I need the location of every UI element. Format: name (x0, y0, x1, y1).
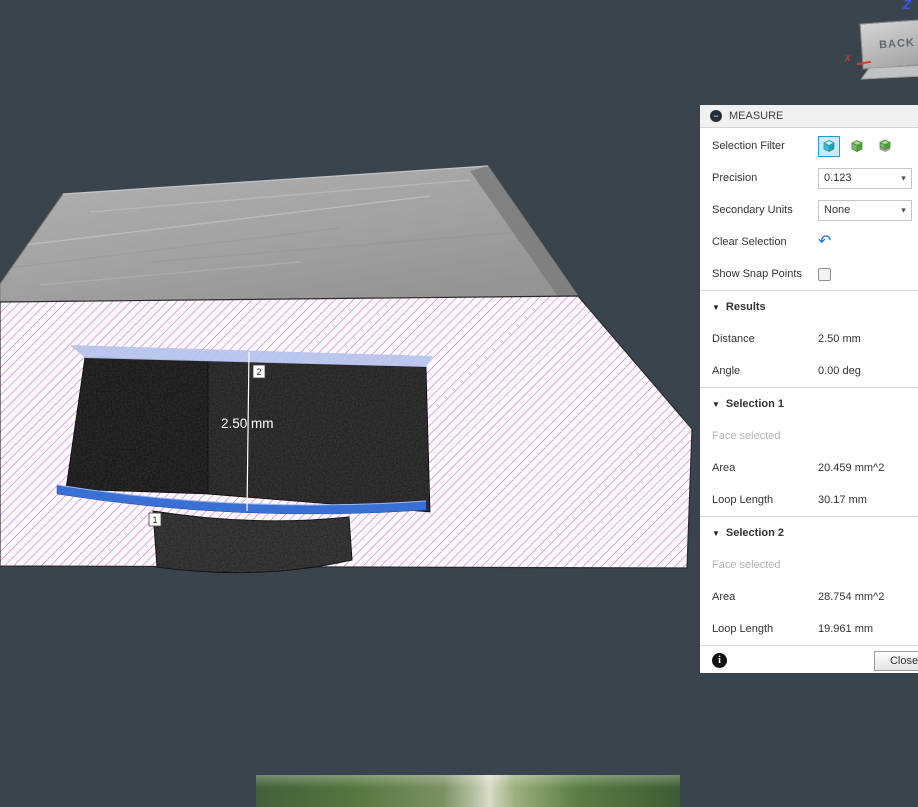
angle-label: Angle (712, 365, 818, 377)
panel-header: − MEASURE (700, 105, 918, 128)
secondary-units-dropdown[interactable]: None ▾ (818, 200, 912, 221)
bottom-image-strip (256, 775, 680, 807)
angle-value: 0.00 deg (818, 365, 861, 377)
panel-footer: i Close (700, 645, 918, 675)
triangle-down-icon: ▼ (712, 303, 720, 312)
measure-panel: − MEASURE Selection Filter (700, 105, 918, 673)
clear-selection-label: Clear Selection (712, 236, 818, 248)
selection-2-area-row: Area 28.754 mm^2 (700, 581, 918, 613)
selection-2-section: ▼ Selection 2 Face selected Area 28.754 … (700, 516, 918, 645)
precision-row: Precision 0.123 ▾ (700, 162, 918, 194)
secondary-units-value: None (819, 204, 896, 216)
show-snap-points-label: Show Snap Points (712, 268, 818, 280)
filter-body-button[interactable] (846, 136, 868, 157)
info-icon[interactable]: i (712, 653, 727, 668)
triangle-down-icon: ▼ (712, 529, 720, 538)
top-face[interactable] (0, 166, 578, 302)
selection-2-loop-row: Loop Length 19.961 mm (700, 613, 918, 645)
z-axis-label: Z (903, 0, 911, 12)
measurement-label: 2.50 mm (221, 416, 274, 431)
close-button[interactable]: Close (874, 651, 918, 671)
loop-length-label: Loop Length (712, 494, 818, 506)
show-snap-points-checkbox[interactable] (818, 268, 831, 281)
results-section: ▼ Results Distance 2.50 mm Angle 0.00 de… (700, 290, 918, 387)
selection-2-title: Selection 2 (726, 527, 784, 539)
selection-1-section: ▼ Selection 1 Face selected Area 20.459 … (700, 387, 918, 516)
x-axis-label: x (845, 52, 851, 64)
triangle-down-icon: ▼ (712, 400, 720, 409)
selection-1-area-row: Area 20.459 mm^2 (700, 452, 918, 484)
loop-length-value: 30.17 mm (818, 494, 867, 506)
filter-body-icon (849, 138, 865, 154)
selection-filter-row: Selection Filter (700, 130, 918, 162)
distance-row: Distance 2.50 mm (700, 323, 918, 355)
area-label: Area (712, 591, 818, 603)
distance-value: 2.50 mm (818, 333, 861, 345)
chevron-down-icon: ▾ (896, 205, 911, 216)
selection-1-loop-row: Loop Length 30.17 mm (700, 484, 918, 516)
precision-label: Precision (712, 172, 818, 184)
selection-2-header[interactable]: ▼ Selection 2 (700, 517, 918, 549)
panel-title: MEASURE (729, 110, 783, 122)
svg-text:2: 2 (256, 367, 261, 377)
selection-1-title: Selection 1 (726, 398, 784, 410)
area-value: 20.459 mm^2 (818, 462, 884, 474)
settings-section: Selection Filter (700, 128, 918, 290)
secondary-units-row: Secondary Units None ▾ (700, 194, 918, 226)
precision-dropdown[interactable]: 0.123 ▾ (818, 168, 912, 189)
precision-value: 0.123 (819, 172, 896, 184)
selection-filter-label: Selection Filter (712, 140, 818, 152)
results-title: Results (726, 301, 766, 313)
selection-1-status: Face selected (700, 420, 918, 452)
loop-length-label: Loop Length (712, 623, 818, 635)
area-value: 28.754 mm^2 (818, 591, 884, 603)
area-label: Area (712, 462, 818, 474)
chevron-down-icon: ▾ (896, 173, 911, 184)
marker-2[interactable]: 2 (253, 365, 265, 378)
angle-row: Angle 0.00 deg (700, 355, 918, 387)
selection-2-status: Face selected (700, 549, 918, 581)
marker-1[interactable]: 1 (149, 513, 161, 526)
filter-component-icon (877, 138, 893, 154)
distance-label: Distance (712, 333, 818, 345)
results-section-header[interactable]: ▼ Results (700, 291, 918, 323)
selection-1-header[interactable]: ▼ Selection 1 (700, 388, 918, 420)
loop-length-value: 19.961 mm (818, 623, 873, 635)
show-snap-points-row: Show Snap Points (700, 258, 918, 290)
clear-selection-row: Clear Selection ↶ (700, 226, 918, 258)
svg-text:1: 1 (152, 515, 157, 525)
collapse-icon[interactable]: − (710, 110, 722, 122)
undo-icon[interactable]: ↶ (818, 234, 831, 250)
filter-face-button[interactable] (818, 136, 840, 157)
filter-component-button[interactable] (874, 136, 896, 157)
secondary-units-label: Secondary Units (712, 204, 818, 216)
filter-face-icon (821, 138, 837, 154)
